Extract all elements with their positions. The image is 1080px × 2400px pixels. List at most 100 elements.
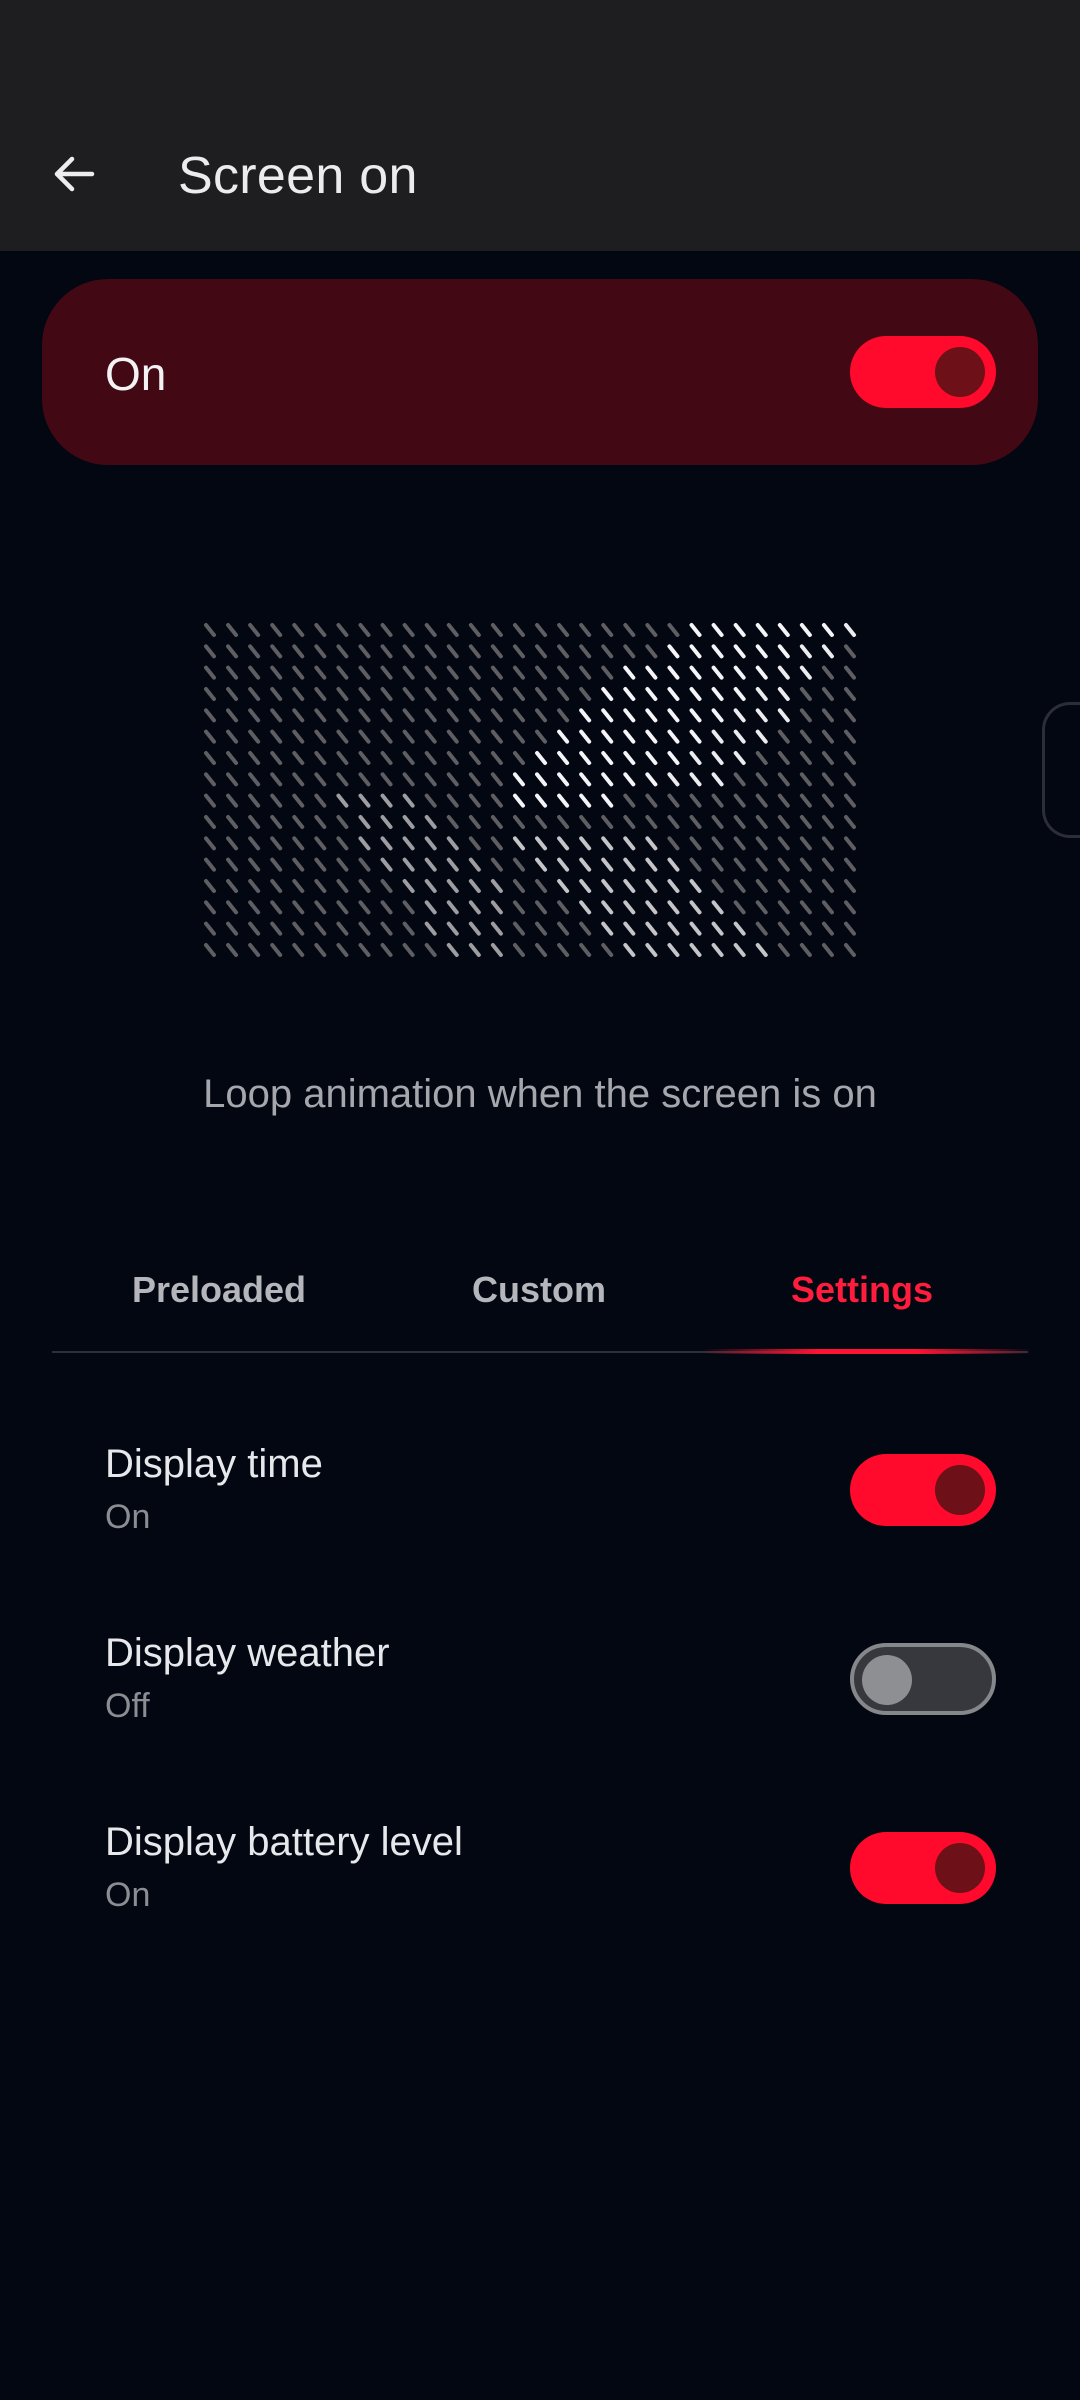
preview-dot (535, 708, 548, 723)
preview-dot (292, 665, 305, 680)
back-button[interactable] (30, 130, 118, 218)
setting-display-weather[interactable]: Display weather Off (0, 1631, 1080, 1771)
preview-dot (380, 900, 393, 915)
preview-dot (226, 708, 239, 723)
preview-dot (248, 943, 261, 957)
preview-dot (821, 836, 834, 851)
preview-dot (755, 815, 768, 829)
preview-dot (623, 879, 636, 893)
preview-dot (733, 921, 746, 936)
preview-dot (292, 729, 305, 744)
preview-dot (601, 623, 614, 637)
preview-dot (645, 836, 658, 851)
preview-dot (799, 687, 812, 701)
preview-dot (645, 623, 658, 637)
preview-dot (380, 879, 393, 893)
preview-dot (733, 708, 746, 723)
preview-dot (777, 644, 790, 659)
preview-dot (314, 623, 327, 637)
preview-dot (204, 879, 216, 893)
preview-dot (667, 729, 680, 744)
preview-dot (468, 751, 481, 765)
preview-dot (380, 772, 393, 787)
preview-dot (336, 921, 349, 936)
preview-dot (579, 708, 592, 723)
setting-display-battery-level[interactable]: Display battery level On (0, 1820, 1080, 1960)
preview-dot (314, 644, 327, 659)
preview-dot (601, 665, 614, 680)
preview-dot (292, 900, 305, 915)
preview-dot (711, 665, 724, 680)
tab-preloaded[interactable]: Preloaded (69, 1269, 369, 1311)
preview-dot (844, 623, 856, 637)
preview-dot (601, 793, 614, 808)
preview-dot (248, 793, 261, 808)
setting-display-time[interactable]: Display time On (0, 1442, 1080, 1582)
preview-dot (623, 793, 636, 808)
master-toggle[interactable] (850, 336, 996, 408)
preview-dot (689, 793, 702, 808)
preview-dot (535, 729, 548, 744)
preview-dot (557, 751, 570, 765)
preview-dot (512, 751, 525, 765)
preview-dot (446, 943, 459, 957)
display-weather-toggle[interactable] (850, 1643, 996, 1715)
preview-dot (844, 772, 856, 787)
master-switch-card[interactable]: On (42, 279, 1038, 465)
preview-dot (270, 687, 283, 701)
preview-dot (424, 857, 437, 872)
preview-dot (623, 644, 636, 659)
preview-dot (270, 772, 283, 787)
preview-dot (799, 879, 812, 893)
preview-dot (645, 729, 658, 744)
preview-dot (821, 772, 834, 787)
preview-dot (270, 857, 283, 872)
preview-dot (358, 729, 371, 744)
preview-dot (755, 708, 768, 723)
display-battery-toggle[interactable] (850, 1832, 996, 1904)
preview-dot (226, 857, 239, 872)
setting-status: On (105, 1876, 151, 1914)
preview-dot (336, 623, 349, 637)
preview-dot (844, 815, 856, 829)
preview-dot (557, 708, 570, 723)
preview-dot (446, 751, 459, 765)
preview-dot (777, 815, 790, 829)
preview-dot (799, 665, 812, 680)
preview-dot (314, 751, 327, 765)
preview-dot (358, 623, 371, 637)
tab-settings[interactable]: Settings (712, 1269, 1012, 1311)
preview-dot (424, 729, 437, 744)
preview-dot (468, 815, 481, 829)
preview-dot (314, 879, 327, 893)
preview-dot (446, 708, 459, 723)
preview-dot (844, 900, 856, 915)
preview-dot (512, 623, 525, 637)
preview-dot (336, 644, 349, 659)
preview-dot (314, 857, 327, 872)
preview-dot (777, 772, 790, 787)
preview-dot (799, 729, 812, 744)
preview-dot (557, 900, 570, 915)
preview-dot (270, 751, 283, 765)
tab-custom[interactable]: Custom (389, 1269, 689, 1311)
preview-dot (314, 900, 327, 915)
preview-dot (579, 665, 592, 680)
edge-panel-handle[interactable] (1042, 702, 1080, 838)
preview-dot (645, 793, 658, 808)
preview-dot (579, 815, 592, 829)
preview-dot (490, 943, 503, 957)
preview-dot (755, 879, 768, 893)
preview-dot (512, 772, 525, 787)
preview-dot (535, 836, 548, 851)
preview-dot (623, 708, 636, 723)
preview-dot (821, 815, 834, 829)
preview-dot (270, 900, 283, 915)
preview-dot (512, 708, 525, 723)
preview-dot (755, 687, 768, 701)
display-time-toggle[interactable] (850, 1454, 996, 1526)
preview-dot (446, 687, 459, 701)
preview-dot (380, 751, 393, 765)
preview-dot (292, 921, 305, 936)
preview-dot (667, 772, 680, 787)
